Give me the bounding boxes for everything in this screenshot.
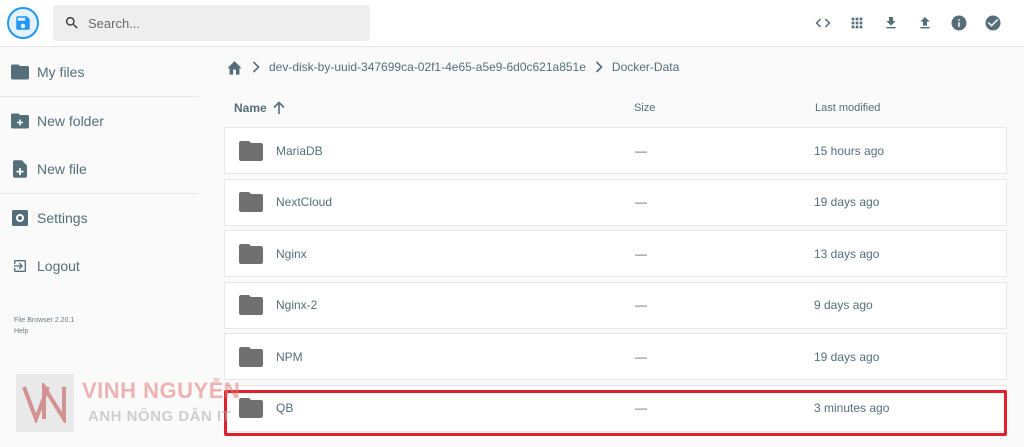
folder-icon	[239, 295, 265, 315]
column-size-header[interactable]: Size	[634, 102, 815, 114]
header-actions	[806, 11, 1010, 35]
file-modified: 3 minutes ago	[814, 401, 890, 415]
upload-icon[interactable]	[908, 11, 942, 35]
sidebar-item-my-files[interactable]: My files	[0, 48, 200, 96]
list-header: Name Size Last modified	[224, 89, 1007, 127]
list-item[interactable]: NPM — 19 days ago	[224, 333, 1007, 380]
arrow-up-icon	[273, 101, 285, 115]
chevron-right-icon	[595, 61, 603, 73]
sidebar-item-label: New file	[37, 161, 87, 177]
search-bar[interactable]	[53, 5, 370, 41]
file-modified: 15 hours ago	[814, 143, 885, 158]
file-size: —	[635, 349, 647, 364]
sidebar: My files New folder New file Settings Lo…	[0, 48, 200, 290]
sidebar-item-new-file[interactable]: New file	[0, 145, 200, 193]
file-size: —	[635, 143, 647, 158]
list-item[interactable]: NextCloud — 19 days ago	[224, 178, 1007, 226]
chevron-right-icon	[252, 61, 260, 73]
file-size: —	[635, 298, 647, 312]
file-modified: 19 days ago	[814, 195, 880, 209]
folder-icon	[239, 243, 265, 264]
file-size: —	[635, 401, 647, 415]
settings-icon	[11, 209, 29, 227]
save-icon	[16, 16, 30, 30]
file-size: —	[635, 195, 647, 209]
file-modified: 19 days ago	[814, 349, 880, 364]
breadcrumb-item[interactable]: Docker-Data	[612, 60, 679, 74]
column-modified-header[interactable]: Last modified	[815, 102, 880, 114]
column-name-header[interactable]: Name	[224, 101, 634, 115]
sidebar-item-label: Logout	[37, 258, 80, 274]
breadcrumb: dev-disk-by-uuid-347699ca-02f1-4e65-a5e9…	[226, 57, 679, 77]
sidebar-item-new-folder[interactable]: New folder	[0, 97, 200, 145]
search-input[interactable]	[88, 15, 348, 31]
app-logo[interactable]	[7, 7, 39, 39]
sidebar-item-settings[interactable]: Settings	[0, 194, 200, 242]
list-item[interactable]: QB — 3 minutes ago	[224, 384, 1007, 432]
file-modified: 13 days ago	[814, 246, 880, 261]
code-icon[interactable]	[806, 11, 840, 35]
folder-icon	[11, 63, 29, 81]
folder-icon	[239, 346, 265, 367]
check-circle-icon[interactable]	[976, 11, 1010, 35]
file-modified: 9 days ago	[814, 298, 873, 312]
file-name: QB	[276, 401, 294, 415]
help-link[interactable]: Help	[14, 326, 74, 337]
breadcrumb-item[interactable]: dev-disk-by-uuid-347699ca-02f1-4e65-a5e9…	[269, 60, 586, 74]
new-folder-icon	[11, 112, 29, 130]
logout-icon	[11, 257, 29, 275]
credits: File Browser 2.20.1 Help	[14, 315, 74, 337]
file-list: Name Size Last modified MariaDB — 15 hou…	[224, 89, 1007, 436]
file-name: MariaDB	[276, 143, 323, 158]
file-name: NPM	[276, 349, 303, 364]
sidebar-item-logout[interactable]: Logout	[0, 242, 200, 290]
file-name: Nginx-2	[276, 298, 318, 312]
watermark-subtitle: ANH NÔNG DÂN IT	[88, 408, 232, 425]
download-icon[interactable]	[874, 11, 908, 35]
folder-icon	[239, 192, 265, 212]
watermark: VINH NGUYỄN ANH NÔNG DÂN IT	[16, 372, 256, 432]
folder-icon	[239, 140, 265, 161]
grid-icon[interactable]	[840, 11, 874, 35]
list-item[interactable]: MariaDB — 15 hours ago	[224, 127, 1007, 174]
sidebar-item-label: My files	[37, 64, 85, 80]
version-text: File Browser 2.20.1	[14, 317, 75, 324]
file-name: Nginx	[276, 246, 307, 261]
search-icon	[64, 15, 80, 31]
header	[0, 0, 1024, 47]
file-name: NextCloud	[276, 195, 333, 209]
sidebar-item-label: New folder	[37, 113, 104, 129]
watermark-logo	[16, 374, 74, 432]
sidebar-item-label: Settings	[37, 210, 88, 226]
watermark-title: VINH NGUYỄN	[82, 378, 241, 403]
info-icon[interactable]	[942, 11, 976, 35]
home-icon[interactable]	[226, 60, 243, 75]
file-size: —	[635, 246, 647, 261]
new-file-icon	[11, 160, 29, 178]
list-item[interactable]: Nginx-2 — 9 days ago	[224, 281, 1007, 329]
list-item[interactable]: Nginx — 13 days ago	[224, 230, 1007, 277]
